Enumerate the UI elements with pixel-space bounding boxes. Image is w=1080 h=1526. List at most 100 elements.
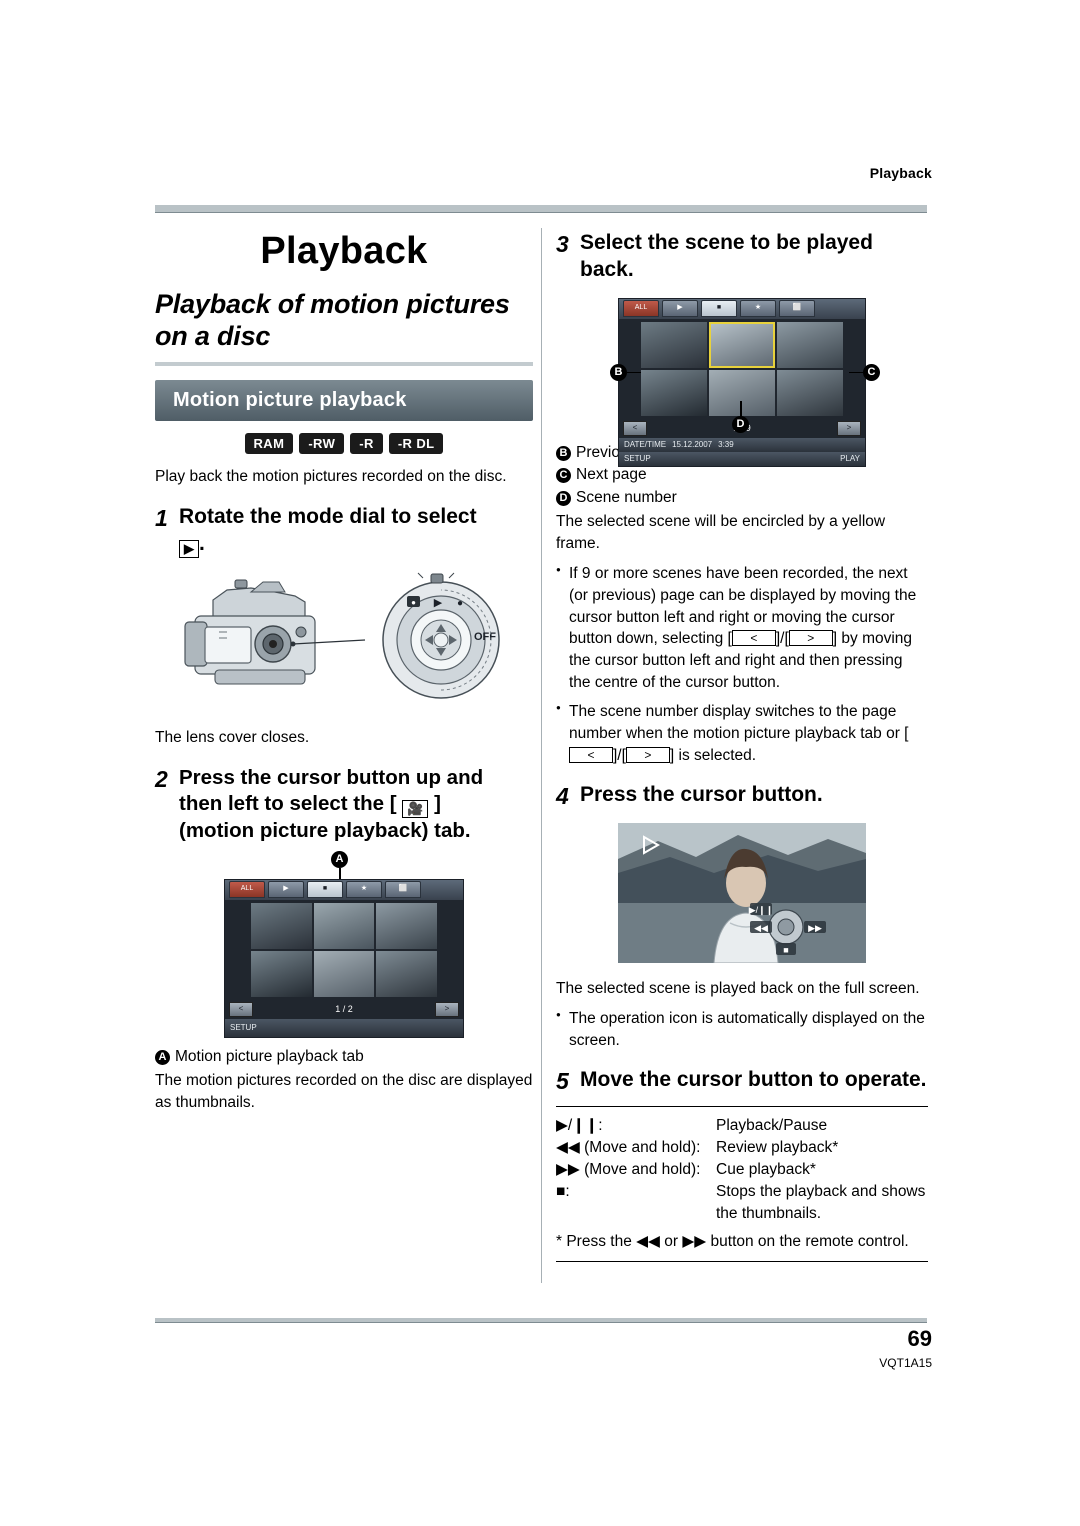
lcd2-thumbnail-grid [225, 899, 463, 1000]
legend-c-letter: C [556, 468, 571, 484]
thumbnail[interactable] [376, 950, 437, 997]
lcd3-tab-all[interactable]: ALL [623, 300, 659, 318]
right-column: 3 Select the scene to be played back. AL… [556, 224, 928, 1263]
footnote-pre: * Press the [556, 1233, 637, 1251]
thumbnail[interactable] [313, 902, 375, 949]
marker-c: C [863, 363, 880, 381]
thumbnail[interactable] [709, 369, 775, 416]
column-divider [541, 228, 542, 1283]
intro-paragraph: Play back the motion pictures recorded o… [155, 468, 507, 486]
manual-page: Playback Playback Playback of motion pic… [0, 0, 1080, 1526]
lcd2-tab-other[interactable]: ⬜ [385, 881, 421, 898]
operation-value: Playback/Pause [716, 1117, 828, 1135]
bullet-1-key-prev: < [731, 630, 776, 647]
camera-and-dial-drawing: ● ▶ ● OFF [184, 572, 500, 699]
operation-row: ◀◀ (Move and hold): Review playback* [556, 1137, 928, 1159]
bullet-2-key-next: > [625, 746, 670, 763]
chapter-title: Playback [260, 230, 428, 272]
lcd2-tab-all[interactable]: ALL [229, 881, 265, 898]
section-title: Playback of motion pictures on a disc [155, 289, 510, 351]
lcd3-tab-motion-picture[interactable]: ■ [701, 300, 737, 318]
legend-d: D Scene number [556, 487, 928, 509]
thumbnail[interactable] [777, 321, 843, 368]
thumbnail[interactable] [641, 321, 707, 368]
svg-text:OFF: OFF [474, 631, 496, 643]
badge-rw: -RW [299, 433, 345, 455]
step-5: 5 Move the cursor button to operate. [556, 1067, 928, 1096]
lcd2-tab-motion-picture[interactable]: ■ [307, 881, 343, 898]
footer-rule-thin [155, 1322, 927, 1323]
operation-value: Cue playback* [716, 1161, 816, 1179]
lcd3-next-page-button[interactable]: > [837, 420, 861, 436]
marker-b-line [627, 371, 641, 374]
step-2-line2-before: then left to select the [ [179, 792, 397, 816]
thumbnail[interactable] [376, 902, 437, 949]
thumbnail[interactable] [777, 369, 843, 416]
lcd2-prev-page-button[interactable]: < [229, 1001, 253, 1017]
bullet-2-seg2: ]/[ [613, 746, 626, 764]
operation-table: ▶/❙❙: Playback/Pause ◀◀ (Move and hold):… [556, 1106, 928, 1263]
lcd3-tab-favourite[interactable]: ★ [740, 300, 776, 318]
svg-text:●: ● [457, 598, 463, 609]
lcd3-bottom-bar: SETUP PLAY [619, 451, 865, 466]
thumbnail[interactable] [251, 902, 312, 949]
left-column: Playback Playback of motion pictures on … [155, 224, 533, 1114]
operation-value: Review playback* [716, 1139, 839, 1157]
lcd3-prev-page-button[interactable]: < [623, 420, 647, 436]
lcd2-bottom-bar: SETUP [225, 1018, 463, 1037]
camera-illustration: ● ▶ ● OFF [155, 572, 533, 717]
operation-key: ▶▶ (Move and hold): [556, 1161, 701, 1179]
step-2-number: 2 [155, 766, 168, 793]
bullet-2-key-prev: < [569, 746, 613, 763]
operation-value: Stops the playback and shows the thumbna… [716, 1183, 926, 1223]
operation-row: ▶/❙❙: Playback/Pause [556, 1115, 928, 1137]
step-1-text: Rotate the mode dial to select ▶. [179, 504, 533, 559]
step-4-number: 4 [556, 783, 569, 810]
thumbnail[interactable] [313, 950, 375, 997]
bullet-2: The scene number display switches to the… [556, 701, 928, 766]
legend-d-letter: D [556, 490, 571, 506]
legend-c-text: Next page [576, 466, 647, 484]
svg-text:▶▶: ▶▶ [808, 923, 822, 933]
operation-table-bottom-rule [556, 1261, 928, 1263]
svg-text:◀◀: ◀◀ [754, 923, 768, 933]
lcd-step3-wrapper: ALL ▶ ■ ★ ⬜ < > DATE/TIME 15.12.2007 3:3… [556, 297, 928, 467]
thumbnail[interactable] [251, 950, 312, 997]
badge-r-dl: -R DL [388, 433, 444, 455]
step-2-line3: (motion picture playback) tab. [179, 819, 471, 843]
lcd3-play-label[interactable]: PLAY [840, 454, 860, 463]
step-1-number: 1 [155, 505, 168, 532]
lcd2-tab-favourite[interactable]: ★ [346, 881, 382, 898]
lcd3-setup-label[interactable]: SETUP [624, 454, 651, 463]
top-rule-thin [155, 212, 927, 213]
lens-cover-caption: The lens cover closes. [155, 729, 310, 747]
step-1-text-before: Rotate the mode dial to select [179, 505, 477, 529]
page-number: 69 [907, 1326, 932, 1351]
thumbnail-selected[interactable] [709, 321, 775, 368]
step-3-text: Select the scene to be played back. [580, 231, 873, 281]
thumbnail[interactable] [641, 369, 707, 416]
step-2: 2 Press the cursor button up and then le… [155, 765, 533, 844]
lcd3-datetime-label: DATE/TIME [624, 440, 667, 450]
lcd3-tab-other[interactable]: ⬜ [779, 300, 815, 318]
lcd2-tab-still[interactable]: ▶ [268, 881, 304, 898]
lcd3-tab-still[interactable]: ▶ [662, 300, 698, 318]
lcd2-setup-label[interactable]: SETUP [230, 1023, 257, 1032]
legend-a-text: Motion picture playback tab [175, 1047, 364, 1065]
step-5-number: 5 [556, 1068, 569, 1095]
lcd3-datetime-bar: DATE/TIME 15.12.2007 3:39 [619, 437, 865, 452]
badge-ram: RAM [244, 433, 294, 455]
operation-key: ▶/❙❙: [556, 1117, 603, 1135]
step-1-text-after: . [199, 532, 205, 556]
playback-screen-wrapper: ▶/❙❙ ◀◀ ▶▶ ■ [556, 822, 928, 968]
lcd2-next-page-button[interactable]: > [435, 1001, 459, 1017]
step-2-line1: Press the cursor button up and [179, 766, 484, 790]
lcd-screen-step3: ALL ▶ ■ ★ ⬜ < > DATE/TIME 15.12.2007 3:3… [618, 297, 866, 467]
play-mode-icon: ▶ [179, 540, 199, 559]
disc-badges: RAM -RW -R -R DL [155, 433, 533, 455]
operation-row: ■: Stops the playback and shows the thum… [556, 1181, 928, 1225]
step-4-bullet: The operation icon is automatically disp… [556, 1008, 928, 1051]
marker-d-line [740, 400, 742, 417]
svg-text:■: ■ [783, 945, 788, 955]
lcd3-time-value: 3:39 [718, 440, 734, 450]
